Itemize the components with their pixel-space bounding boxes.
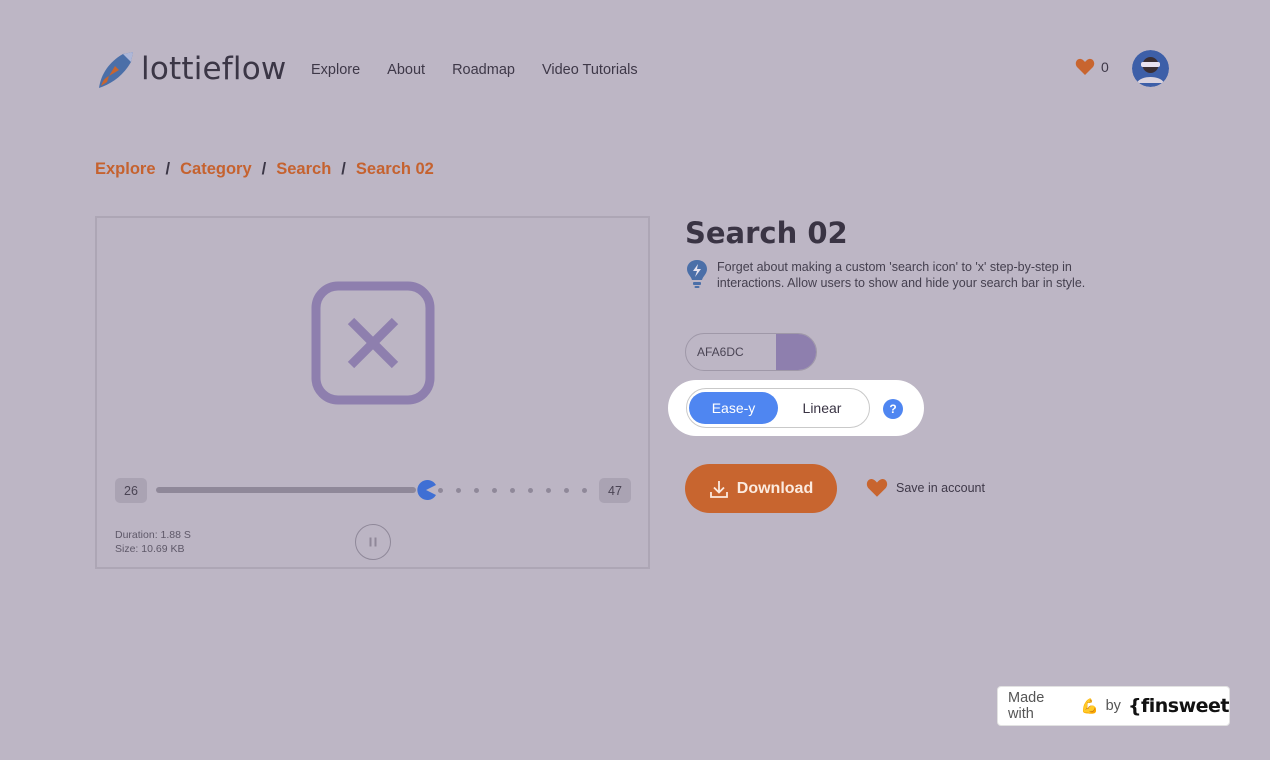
download-label: Download <box>736 479 814 497</box>
breadcrumb-separator: / <box>261 160 267 178</box>
made-with-text: Made with <box>1008 690 1045 722</box>
main-nav: Explore About Roadmap Video Tutorials <box>311 62 638 78</box>
timeline-dot <box>510 487 515 493</box>
timeline-dot <box>582 487 587 493</box>
heart-icon <box>866 479 888 497</box>
breadcrumb-category[interactable]: Category <box>180 160 252 179</box>
breadcrumb-separator: / <box>165 160 171 178</box>
breadcrumb-explore[interactable]: Explore <box>95 160 156 179</box>
likes-count: 0 <box>1101 59 1109 75</box>
brand-logo[interactable]: lottieflow <box>95 48 286 90</box>
download-icon <box>709 480 728 498</box>
frame-start-badge: 26 <box>115 478 147 503</box>
header: lottieflow Explore About Roadmap Video T… <box>0 0 1270 140</box>
timeline-dot <box>438 487 443 493</box>
close-x-icon <box>311 281 435 405</box>
timeline-progress <box>156 487 416 493</box>
brand-name: lottieflow <box>141 51 287 87</box>
duration-text: Duration: 1.88 S <box>115 529 191 541</box>
timeline-dot <box>474 487 479 493</box>
avatar-icon <box>1132 50 1169 87</box>
timeline-dot <box>456 487 461 493</box>
breadcrumb-current[interactable]: Search 02 <box>356 160 434 179</box>
nav-video-tutorials[interactable]: Video Tutorials <box>542 62 638 78</box>
save-in-account-button[interactable]: Save in account <box>866 478 985 498</box>
help-icon[interactable]: ? <box>883 399 903 419</box>
heart-icon <box>1075 58 1095 75</box>
timeline-scrubber[interactable] <box>156 480 623 500</box>
color-hex-input[interactable] <box>686 334 776 370</box>
pause-icon <box>369 537 377 547</box>
lightbulb-icon <box>687 260 707 288</box>
made-with-badge[interactable]: Made with 💪 by {finsweet <box>997 686 1230 726</box>
by-text: by <box>1105 698 1121 714</box>
nav-about[interactable]: About <box>387 62 425 78</box>
animation-description: Forget about making a custom 'search ico… <box>717 260 1086 290</box>
animation-meta: Duration: 1.88 S Size: 10.69 KB <box>115 528 191 556</box>
save-label: Save in account <box>896 481 985 495</box>
description-row: Forget about making a custom 'search ico… <box>686 259 1087 291</box>
pause-button[interactable] <box>355 524 391 560</box>
size-text: Size: 10.69 KB <box>115 543 185 555</box>
color-swatch[interactable] <box>776 334 816 370</box>
timeline-dot <box>546 487 551 493</box>
download-button[interactable]: Download <box>685 464 837 513</box>
nav-explore[interactable]: Explore <box>311 62 360 78</box>
user-avatar[interactable] <box>1132 50 1169 87</box>
animation-preview: 26 47 Duration: 1.88 S Size: 10.69 KB <box>95 216 650 569</box>
breadcrumb-separator: / <box>341 160 346 178</box>
frame-end-badge: 47 <box>599 478 631 503</box>
timeline-dot <box>564 487 569 493</box>
timeline-dot <box>492 487 497 493</box>
breadcrumb: Explore / Category / Search / Search 02 <box>95 160 434 179</box>
pacman-handle-icon[interactable] <box>415 479 437 501</box>
breadcrumb-search[interactable]: Search <box>276 160 331 179</box>
rocket-logo-icon <box>99 52 133 88</box>
easing-toggle: Ease-y Linear <box>686 388 870 428</box>
animation-title: Search 02 <box>685 216 848 250</box>
flexed-biceps-icon: 💪 <box>1080 698 1099 715</box>
likes-counter[interactable]: 0 <box>1075 58 1109 76</box>
color-picker <box>685 333 817 371</box>
timeline-dot <box>528 487 533 493</box>
nav-roadmap[interactable]: Roadmap <box>452 62 515 78</box>
easing-linear-option[interactable]: Linear <box>779 392 865 424</box>
easing-ease-y-option[interactable]: Ease-y <box>689 392 778 424</box>
finsweet-logo: {finsweet <box>1127 695 1230 717</box>
